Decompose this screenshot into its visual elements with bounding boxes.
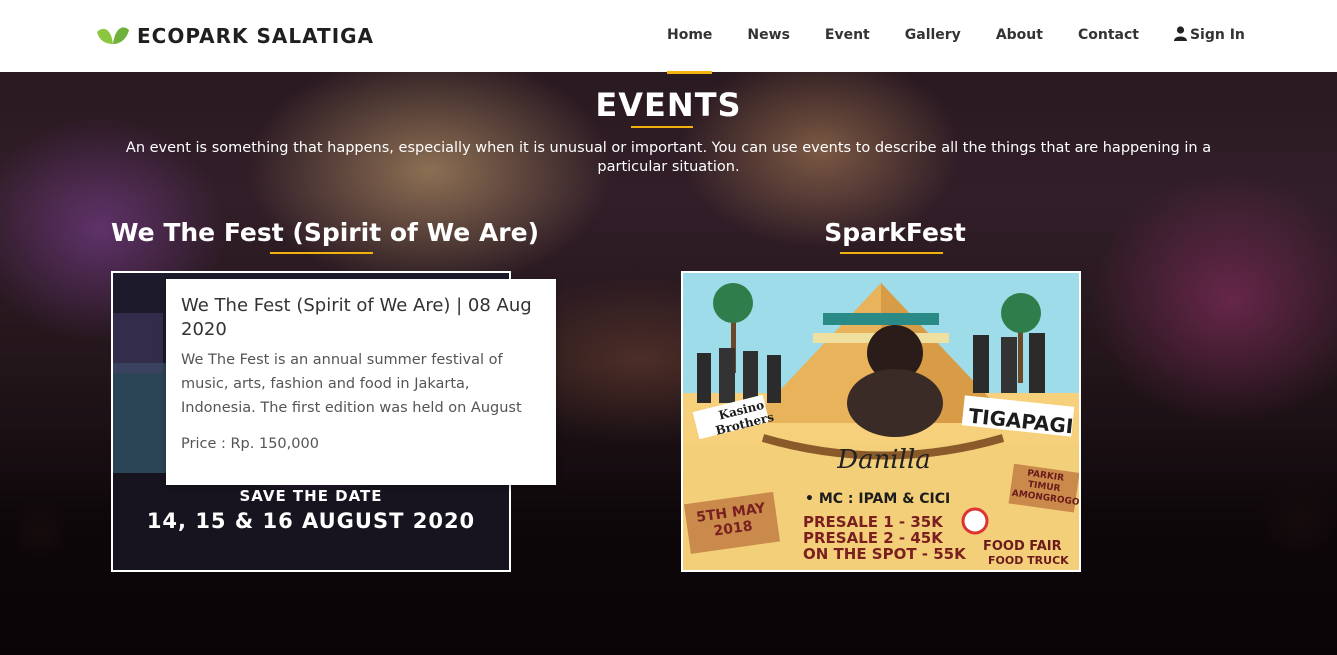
popup-price: Price : Rp. 150,000	[181, 436, 319, 452]
popup-title: We The Fest (Spirit of We Are) | 08 Aug …	[181, 295, 532, 340]
event-card-sparkfest[interactable]: Kasino Brothers TIGAPAGI Danilla 5TH MAY…	[681, 271, 1081, 572]
event-title-underline	[840, 252, 943, 254]
nav-contact[interactable]: Contact	[1078, 27, 1139, 43]
poster-on-the-spot: ON THE SPOT - 55K	[803, 545, 966, 563]
main-nav: Home News Event Gallery About Contact Si…	[667, 26, 1280, 74]
sign-in-link[interactable]: Sign In	[1173, 26, 1245, 43]
poster-food-truck: FOOD TRUCK	[988, 554, 1069, 567]
sign-in-label: Sign In	[1189, 27, 1245, 43]
section-title: EVENTS	[595, 86, 742, 124]
event-title-wethefest: We The Fest (Spirit of We Are)	[110, 218, 539, 247]
section-description: An event is something that happens, espe…	[125, 140, 1212, 175]
nav-home[interactable]: Home	[667, 27, 713, 74]
poster-headliner: Danilla	[837, 445, 931, 475]
title-underline	[631, 126, 693, 128]
poster-save-the-date: SAVE THE DATE	[239, 487, 383, 505]
nav-gallery[interactable]: Gallery	[905, 27, 961, 43]
event-title-underline	[270, 252, 373, 254]
brand-name: ECOPARK SALATIGA	[137, 24, 375, 48]
event-popup[interactable]: We The Fest (Spirit of We Are) | 08 Aug …	[166, 279, 556, 485]
popup-description: We The Fest is an annual summer festival…	[181, 352, 522, 416]
nav-news[interactable]: News	[747, 27, 789, 43]
nav-about[interactable]: About	[996, 27, 1043, 43]
poster-mc: • MC : IPAM & CICI	[805, 491, 951, 507]
navbar: ECOPARK SALATIGA Home News Event Gallery…	[0, 0, 1337, 74]
brand-logo[interactable]: ECOPARK SALATIGA	[95, 22, 374, 50]
user-icon	[1173, 26, 1187, 41]
poster-food-fair: FOOD FAIR	[983, 539, 1062, 554]
leaf-icon	[97, 27, 129, 44]
poster-dates: 14, 15 & 16 AUGUST 2020	[146, 509, 476, 533]
nav-event[interactable]: Event	[825, 27, 870, 43]
event-title-sparkfest: SparkFest	[824, 218, 966, 247]
